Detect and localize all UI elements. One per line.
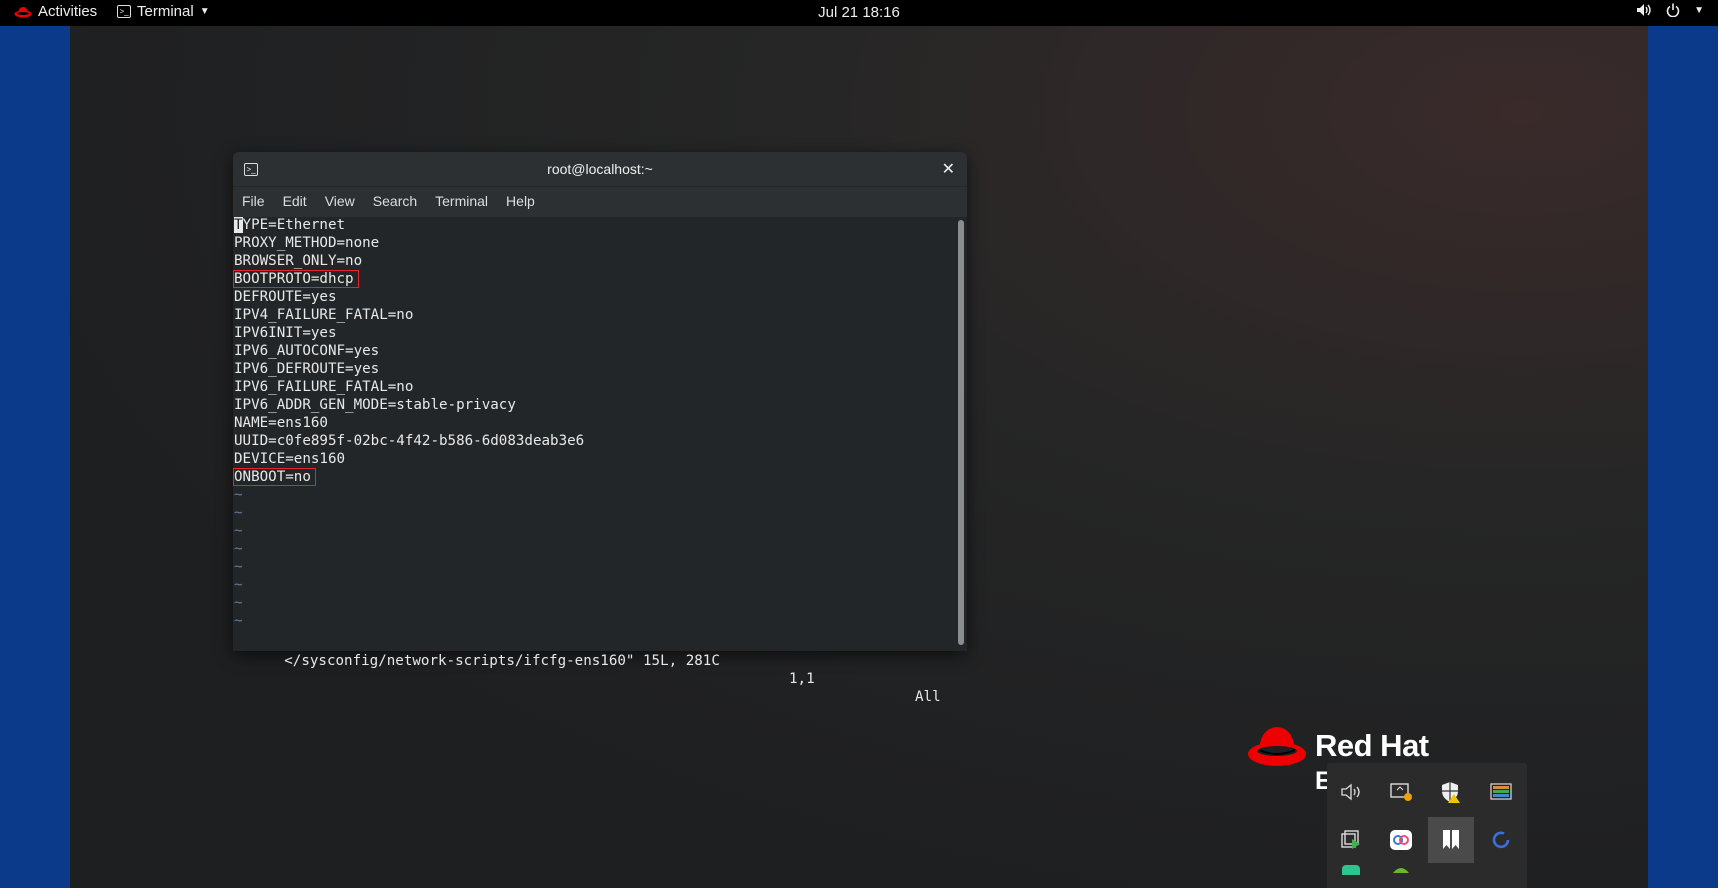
file-line: IPV4_FAILURE_FATAL=no [234, 307, 414, 323]
terminal-window[interactable]: >_ root@localhost:~ ✕ File Edit View Sea… [233, 152, 967, 705]
file-line: DEFROUTE=yes [234, 289, 337, 305]
file-line: PROXY_METHOD=none [234, 235, 380, 251]
file-line: NAME=ens160 [234, 415, 328, 431]
status-scroll-position: All [915, 689, 941, 705]
empty-line-marker: ~ [234, 595, 243, 611]
file-line: IPV6_AUTOCONF=yes [234, 343, 380, 359]
file-line: ONBOOT=no [233, 468, 955, 486]
security-warning-icon[interactable] [1428, 769, 1474, 815]
line-text: YPE=Ethernet [242, 217, 346, 233]
file-line: IPV6INIT=yes [234, 325, 337, 341]
tray-overflow-popup [1327, 763, 1527, 888]
screen-record-icon[interactable] [1328, 817, 1374, 863]
highlighted-bootproto: BOOTPROTO=dhcp [233, 270, 359, 288]
terminal-content[interactable]: TYPE=Ethernet PROXY_METHOD=none BROWSER_… [233, 216, 955, 705]
menu-file[interactable]: File [233, 187, 274, 217]
system-tray[interactable]: ▼ [1636, 3, 1704, 17]
empty-line-marker: ~ [234, 541, 243, 557]
file-line: IPV6_FAILURE_FATAL=no [234, 379, 414, 395]
file-line: UUID=c0fe895f-02bc-4f42-b586-6d083deab3e… [234, 433, 585, 449]
window-title: root@localhost:~ [547, 161, 653, 177]
menu-edit[interactable]: Edit [274, 187, 316, 217]
clock[interactable]: Jul 21 18:16 [0, 4, 1718, 21]
cloud-sync-icon[interactable] [1378, 817, 1424, 863]
file-line: BROWSER_ONLY=no [234, 253, 363, 269]
file-line: IPV6_DEFROUTE=yes [234, 361, 380, 377]
empty-line-marker: ~ [234, 505, 243, 521]
nvidia-icon[interactable] [1378, 863, 1424, 888]
chevron-down-icon: ▼ [1694, 4, 1704, 16]
menu-help[interactable]: Help [497, 187, 544, 217]
file-line: BOOTPROTO=dhcp [233, 270, 955, 288]
power-icon[interactable] [1666, 3, 1680, 17]
empty-line-marker: ~ [234, 613, 243, 629]
monitor-app-icon[interactable] [1478, 769, 1524, 815]
redhat-logo: Red Hat [1247, 724, 1429, 768]
menu-view[interactable]: View [316, 187, 364, 217]
redhat-wordmark: Red Hat [1315, 728, 1429, 763]
volume-icon[interactable] [1328, 769, 1374, 815]
empty-line-marker: ~ [234, 577, 243, 593]
menu-search[interactable]: Search [364, 187, 426, 217]
empty-line-marker: ~ [234, 487, 243, 503]
display-settings-icon[interactable] [1378, 769, 1424, 815]
file-line: DEVICE=ens160 [234, 451, 346, 467]
highlighted-onboot: ONBOOT=no [233, 468, 316, 486]
vim-status-line: </sysconfig/network-scripts/ifcfg-ens160… [233, 634, 955, 705]
close-icon[interactable]: ✕ [942, 159, 955, 179]
status-file-info: </sysconfig/network-scripts/ifcfg-ens160… [284, 653, 720, 669]
menu-bar: File Edit View Search Terminal Help [233, 186, 967, 217]
file-line: TYPE=Ethernet [233, 216, 955, 234]
text-cursor: T [234, 217, 243, 233]
top-bar: Activities >_ Terminal ▼ Jul 21 18:16 ▼ [0, 0, 1718, 26]
empty-line-marker: ~ [234, 523, 243, 539]
empty-line-marker: ~ [234, 559, 243, 575]
status-cursor-position: 1,1 [789, 671, 815, 687]
file-line: IPV6_ADDR_GEN_MODE=stable-privacy [234, 397, 516, 413]
bookmark-icon[interactable] [1428, 817, 1474, 863]
menu-terminal[interactable]: Terminal [426, 187, 497, 217]
volume-icon[interactable] [1636, 3, 1652, 17]
redhat-hat-icon [1248, 727, 1306, 766]
chat-app-icon[interactable] [1328, 863, 1374, 888]
scrollbar[interactable] [958, 220, 964, 645]
title-bar[interactable]: >_ root@localhost:~ ✕ [233, 152, 967, 186]
refresh-icon[interactable] [1478, 817, 1524, 863]
